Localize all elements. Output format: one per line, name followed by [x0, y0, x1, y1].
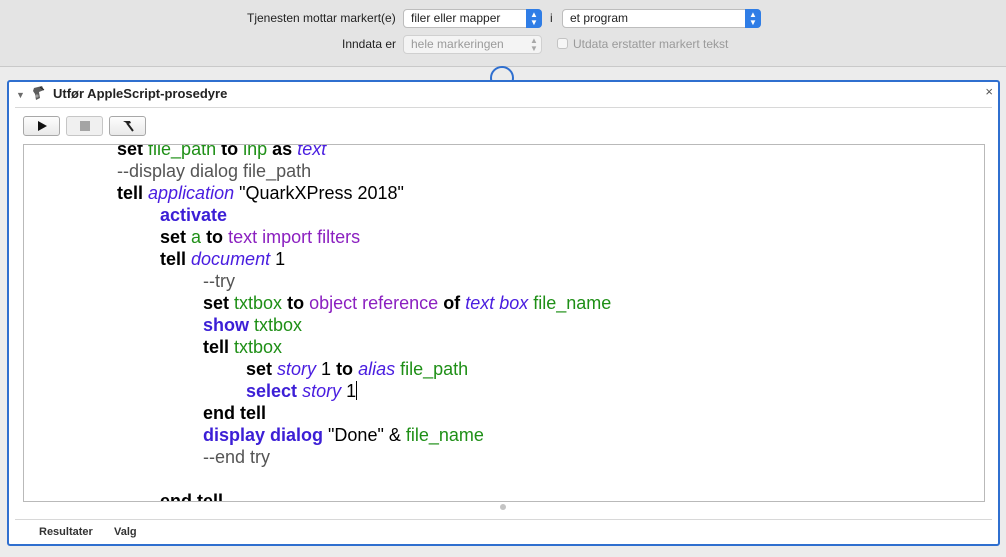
- popup-arrows-icon: ▲ ▼: [526, 9, 542, 28]
- code-line: tell document 1: [24, 248, 984, 270]
- input-type-popup[interactable]: filer eller mapper ▲ ▼: [403, 9, 542, 28]
- input-is-popup[interactable]: hele markeringen ▲ ▼: [403, 35, 542, 54]
- code-token: show: [203, 315, 250, 335]
- code-line: end tell: [24, 402, 984, 424]
- code-token: end tell: [160, 491, 224, 502]
- hammer-icon: [122, 121, 134, 132]
- code-line: set a to text import filters: [24, 226, 984, 248]
- code-token: to: [221, 144, 239, 159]
- tab-results[interactable]: Resultater: [39, 526, 93, 538]
- script-code: set file_path to inp as text --display di…: [24, 144, 984, 502]
- workflow-header: Tjenesten mottar markert(e) filer eller …: [0, 0, 1006, 67]
- code-token: tell: [160, 249, 187, 269]
- code-line: --end try: [24, 446, 984, 468]
- code-token: tell: [117, 183, 144, 203]
- code-token: activate: [160, 205, 228, 225]
- tab-options[interactable]: Valg: [114, 526, 137, 538]
- divider: [15, 107, 992, 108]
- text-caret: [356, 381, 358, 400]
- code-token: --try: [203, 271, 235, 291]
- code-line: set story 1 to alias file_path: [24, 358, 984, 380]
- code-token: of: [443, 293, 461, 313]
- code-token: txtbox: [234, 293, 283, 313]
- in-label: i: [550, 11, 553, 25]
- code-token: text import filters: [228, 227, 361, 247]
- code-token: set: [160, 227, 187, 247]
- code-token: to: [206, 227, 224, 247]
- code-token: set: [246, 359, 273, 379]
- code-line: --display dialog file_path: [24, 160, 984, 182]
- code-token: file_name: [533, 293, 612, 313]
- stop-icon: [79, 121, 90, 131]
- code-line: display dialog "Done" & file_name: [24, 424, 984, 446]
- code-line: end tell: [24, 490, 984, 502]
- replace-selected-text-label: Utdata erstatter markert tekst: [573, 37, 729, 51]
- code-line: select story 1: [24, 380, 984, 402]
- code-token: inp: [243, 144, 268, 159]
- code-token: to: [336, 359, 354, 379]
- code-token: to: [287, 293, 305, 313]
- applescript-action-panel: ▼ Utfør AppleScript-prosedyre × set file…: [7, 80, 1000, 546]
- application-popup[interactable]: et program ▲ ▼: [562, 9, 761, 28]
- code-token: display dialog: [203, 425, 324, 445]
- code-token: a: [191, 227, 202, 247]
- code-token: "QuarkXPress 2018": [234, 183, 404, 203]
- popup-arrows-icon: ▲ ▼: [530, 35, 538, 53]
- code-token: document: [191, 249, 271, 269]
- action-connector: [488, 62, 516, 82]
- code-line: tell application "QuarkXPress 2018": [24, 182, 984, 204]
- divider: [15, 519, 992, 520]
- action-title: Utfør AppleScript-prosedyre: [53, 86, 228, 101]
- code-token: file_path: [148, 144, 217, 159]
- code-token: as: [272, 144, 293, 159]
- applescript-icon: [33, 86, 45, 100]
- code-line: set txtbox to object reference of text b…: [24, 292, 984, 314]
- stop-button[interactable]: [66, 116, 103, 136]
- play-icon: [37, 121, 47, 131]
- code-line: set file_path to inp as text: [24, 144, 984, 160]
- run-button[interactable]: [23, 116, 60, 136]
- code-token: object reference: [309, 293, 439, 313]
- code-token: --end try: [203, 447, 271, 467]
- code-token: "Done" &: [323, 425, 406, 445]
- code-token: story: [302, 381, 342, 401]
- input-is-value: hele markeringen: [411, 37, 504, 51]
- code-token: 1: [341, 381, 357, 401]
- compile-button[interactable]: [109, 116, 146, 136]
- code-token: story: [277, 359, 317, 379]
- code-token: 1: [316, 359, 337, 379]
- service-receives-label: Tjenesten mottar markert(e): [247, 11, 396, 25]
- code-line: --try: [24, 270, 984, 292]
- disclosure-triangle-icon[interactable]: ▼: [16, 90, 25, 100]
- code-token: end tell: [203, 403, 267, 423]
- application-value: et program: [570, 11, 629, 25]
- close-icon[interactable]: ×: [985, 84, 993, 99]
- code-token: txtbox: [254, 315, 303, 335]
- code-line: tell txtbox: [24, 336, 984, 358]
- code-token: set: [203, 293, 230, 313]
- code-token: set: [117, 144, 144, 159]
- code-token: file_name: [405, 425, 484, 445]
- code-token: text: [297, 144, 327, 159]
- code-token: file_path: [400, 359, 469, 379]
- popup-arrows-icon: ▲ ▼: [745, 9, 761, 28]
- code-line: show txtbox: [24, 314, 984, 336]
- code-token: --display dialog file_path: [117, 161, 312, 181]
- replace-selected-text-checkbox[interactable]: [557, 38, 568, 49]
- code-token: 1: [270, 249, 286, 269]
- code-token: application: [148, 183, 235, 203]
- code-token: select: [246, 381, 298, 401]
- code-line: activate: [24, 204, 984, 226]
- input-type-value: filer eller mapper: [411, 11, 501, 25]
- code-token: tell: [203, 337, 230, 357]
- code-token: text box: [465, 293, 529, 313]
- script-editor[interactable]: set file_path to inp as text --display di…: [23, 144, 985, 502]
- code-token: txtbox: [234, 337, 283, 357]
- resize-handle[interactable]: [500, 504, 506, 510]
- input-is-label: Inndata er: [342, 37, 397, 51]
- code-token: alias: [358, 359, 396, 379]
